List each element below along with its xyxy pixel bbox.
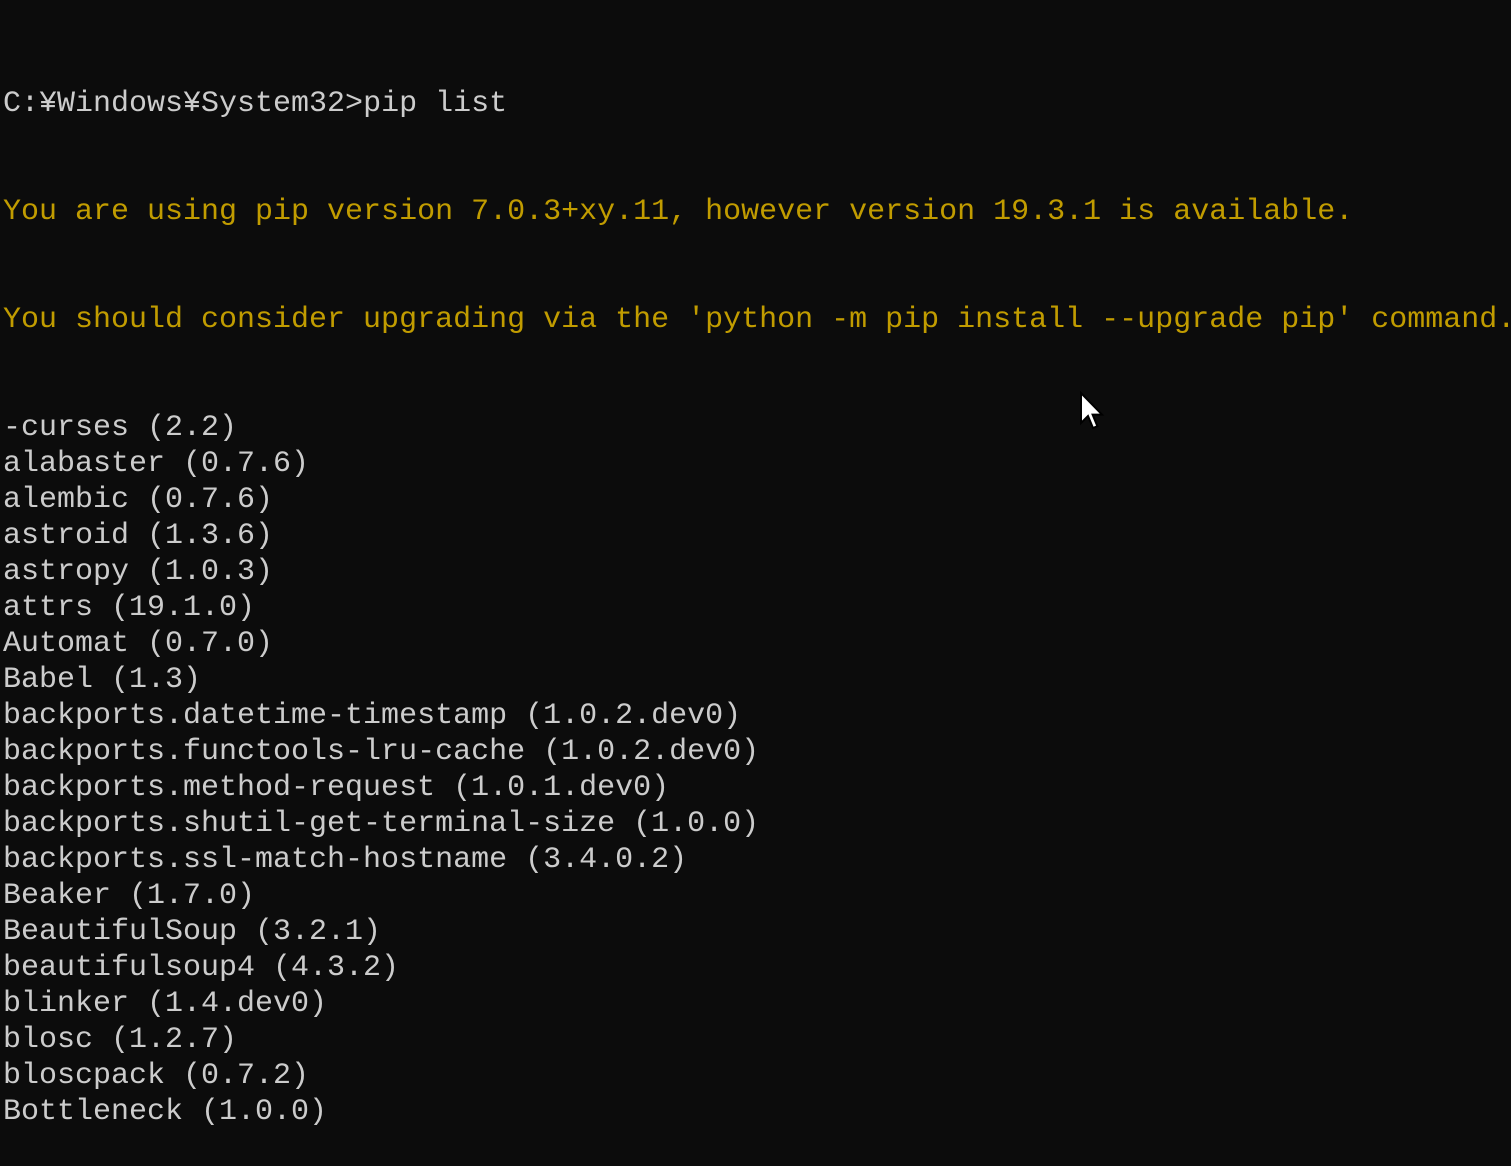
package-line: beautifulsoup4 (4.3.2) [3, 951, 400, 985]
package-line: alabaster (0.7.6) [3, 447, 310, 481]
package-line: astroid (1.3.6) [3, 519, 274, 553]
command-line: C:¥Windows¥System32>pip list [3, 86, 1511, 122]
prompt: C:¥Windows¥System32> [3, 87, 364, 121]
package-line: backports.method-request (1.0.1.dev0) [3, 771, 670, 805]
package-line: alembic (0.7.6) [3, 483, 274, 517]
package-line: Bottleneck (1.0.0) [3, 1095, 328, 1129]
warning-line: You should consider upgrading via the 'p… [3, 303, 1511, 337]
warning-line: You are using pip version 7.0.3+xy.11, h… [3, 195, 1354, 229]
package-line: Automat (0.7.0) [3, 627, 274, 661]
package-line: blinker (1.4.dev0) [3, 987, 328, 1021]
package-list: -curses (2.2) alabaster (0.7.6) alembic (0… [3, 410, 1511, 1130]
package-line: attrs (19.1.0) [3, 591, 256, 625]
package-line: Beaker (1.7.0) [3, 879, 256, 913]
package-line: BeautifulSoup (3.2.1) [3, 915, 382, 949]
package-line: -curses (2.2) [3, 411, 238, 445]
package-line: backports.datetime-timestamp (1.0.2.dev0… [3, 699, 742, 733]
command: pip list [363, 87, 508, 121]
package-line: blosc (1.2.7) [3, 1023, 238, 1057]
package-line: backports.ssl-match-hostname (3.4.0.2) [3, 843, 688, 877]
package-line: backports.functools-lru-cache (1.0.2.dev… [3, 735, 760, 769]
package-line: astropy (1.0.3) [3, 555, 274, 589]
package-line: bloscpack (0.7.2) [3, 1059, 310, 1093]
terminal-output[interactable]: C:¥Windows¥System32>pip list You are usi… [3, 14, 1511, 1166]
mouse-cursor-icon [1079, 390, 1105, 436]
package-line: Babel (1.3) [3, 663, 202, 697]
package-line: backports.shutil-get-terminal-size (1.0.… [3, 807, 760, 841]
